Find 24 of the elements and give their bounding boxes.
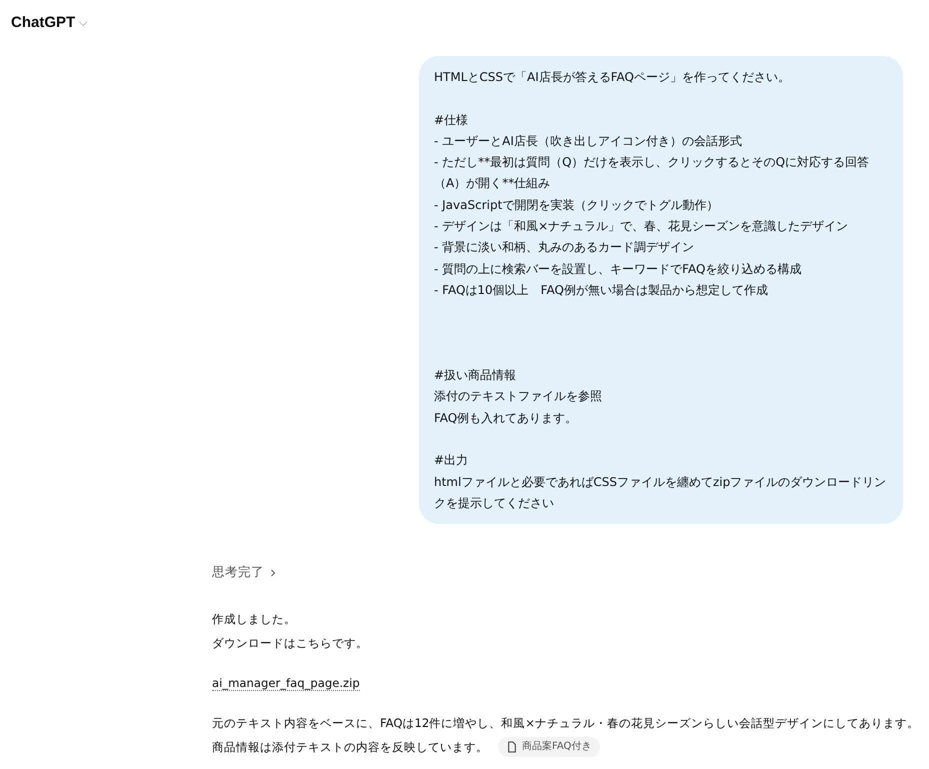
thinking-toggle[interactable]: 思考完了 (212, 564, 278, 582)
message-text: 商品情報は添付テキストの内容を反映しています。 (212, 739, 488, 756)
message-text: - FAQは10個以上 FAQ例が無い場合は製品から想定して作成 (434, 282, 768, 299)
chevron-icon (268, 568, 278, 578)
document-icon (507, 741, 517, 754)
message-text: - ただし**最初は質問（Q）だけを表示し、クリックするとそのQに対応する回答（A）が開く**仕組み (434, 154, 870, 192)
citation-chip[interactable]: 商品案FAQ付き (498, 737, 600, 758)
message-text: 作成しました。 (212, 611, 296, 628)
download-link[interactable]: ai_manager_faq_page.zip (212, 676, 360, 692)
message-text: FAQ例も入れてあります。 (434, 410, 578, 427)
message-text: - 質問の上に検索バーを設置し、キーワードでFAQを絞り込める構成 (434, 260, 802, 278)
message-text: - デザインは「和風×ナチュラル」で、春、花見シーズンを意識したデザイン (434, 218, 848, 236)
message-text: 添付のテキストファイルを参照 (434, 388, 602, 406)
message-text: #扱い商品情報 (434, 367, 516, 384)
message-text: - ユーザーとAI店長（吹き出しアイコン付き）の会話形式 (434, 132, 742, 150)
message-text: ダウンロードはこちらです。 (212, 635, 368, 652)
message-text: htmlファイルと必要であればCSSファイルを纏めてzipファイルのダウンロードリンクを提示してください (434, 474, 888, 512)
message-text: 元のテキスト内容をベースに、FAQは12件に増やし、和風×ナチュラル・春の花見シーズンらしい会話型デザインにしてあります。 (212, 715, 919, 732)
model-selector[interactable]: ChatGPT ⌵ (6, 10, 92, 34)
message-text: - 背景に淡い和柄、丸みのあるカード調デザイン (434, 239, 694, 256)
message-text: - JavaScriptで開閉を実装（クリックでトグル動作） (434, 196, 718, 214)
message-text: HTMLとCSSで「AI店長が答えるFAQページ」を作ってください。 (434, 69, 790, 86)
message-text: #仕様 (434, 112, 468, 129)
message-text: #出力 (434, 452, 468, 470)
